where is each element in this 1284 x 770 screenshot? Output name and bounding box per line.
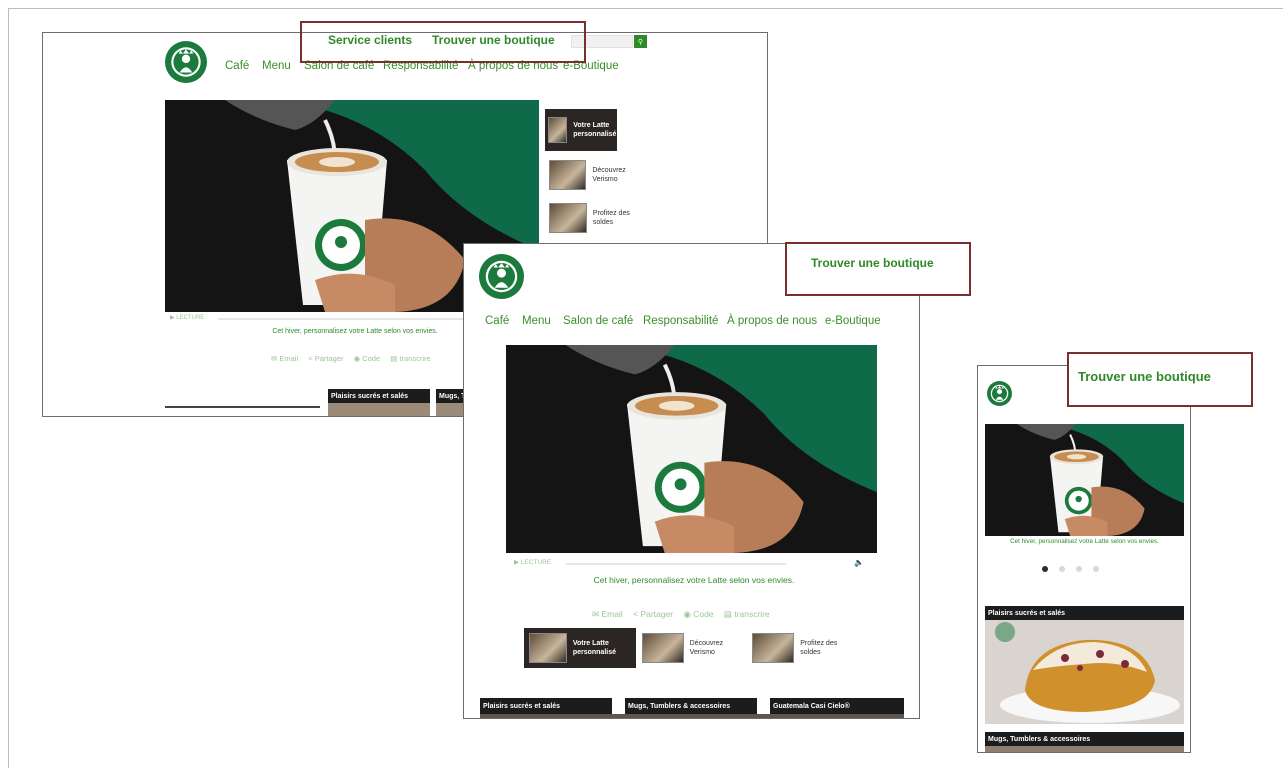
category-plaisirs[interactable]: Plaisirs sucrés et salés (480, 698, 612, 714)
starbucks-logo-icon[interactable] (479, 254, 524, 299)
thumb-votre-latte[interactable]: Votre Latte personnalisé (524, 628, 636, 668)
hero-caption: Cet hiver, personnalisez votre Latte sel… (272, 328, 438, 335)
nav-a-propos[interactable]: À propos de nous (727, 315, 817, 327)
progress-bar[interactable] (218, 318, 468, 320)
divider (165, 406, 320, 408)
nav-cafe[interactable]: Café (225, 60, 249, 72)
category-image (328, 403, 430, 416)
tablet-screenshot: Café Menu Salon de café Responsabilité À… (463, 243, 920, 719)
email-link[interactable]: ✉ Email (592, 609, 623, 619)
highlight-desktop-header: Service clients Trouver une boutique (300, 21, 586, 63)
thumb-image (529, 633, 567, 663)
highlight-tablet-header: Trouver une boutique (785, 242, 971, 296)
store-locator-link[interactable]: Trouver une boutique (1078, 369, 1211, 384)
carousel-dots (1042, 566, 1099, 572)
play-button[interactable]: ▶ LECTURE (514, 558, 559, 566)
thumb-image (549, 203, 587, 233)
carousel-dot-3[interactable] (1076, 566, 1082, 572)
category-mugs[interactable]: Mugs, Tumblers & accessoires (985, 732, 1184, 746)
code-link[interactable]: ◉ Code (354, 354, 381, 363)
nav-e-boutique[interactable]: e-Boutique (825, 315, 881, 327)
carousel-dot-4[interactable] (1093, 566, 1099, 572)
thumb-image (752, 633, 795, 663)
hero-caption: Cet hiver, personnalisez votre Latte sel… (1010, 538, 1159, 545)
thumb-title: Profitez des soldes (800, 640, 838, 656)
thumb-soldes[interactable]: Profitez des soldes (549, 203, 639, 233)
hero-video[interactable] (506, 345, 877, 553)
category-images (480, 714, 904, 718)
nav-menu[interactable]: Menu (262, 60, 291, 72)
share-link[interactable]: < Partager (308, 354, 343, 363)
pastry-image (985, 620, 1184, 724)
search-icon: ⚲ (637, 38, 644, 46)
nav-responsabilite[interactable]: Responsabilité (643, 315, 718, 327)
thumb-title: Profitez des soldes (592, 210, 630, 226)
share-bar: ✉ Email < Partager ◉ Code ▤ transcrire (271, 354, 439, 363)
thumb-votre-latte[interactable]: Votre Latte personnalisé (545, 109, 617, 151)
volume-icon[interactable]: 🔈 (854, 558, 864, 567)
video-controls: ▶ LECTURE (170, 314, 470, 322)
thumb-title: Votre Latte personnalisé (573, 122, 617, 138)
starbucks-logo-icon[interactable] (165, 41, 207, 83)
thumb-image (642, 633, 684, 663)
play-label: LECTURE (176, 315, 205, 321)
share-bar: ✉ Email < Partager ◉ Code ▤ transcrire (592, 609, 778, 620)
progress-bar[interactable] (566, 563, 786, 565)
search-button[interactable]: ⚲ (634, 35, 647, 48)
store-locator-link[interactable]: Trouver une boutique (432, 33, 555, 47)
hero-caption: Cet hiver, personnalisez votre Latte sel… (593, 575, 795, 585)
carousel-dot-2[interactable] (1059, 566, 1065, 572)
thumb-title: Votre Latte personnalisé (572, 640, 616, 656)
category-plaisirs[interactable]: Plaisirs sucrés et salés (985, 606, 1184, 620)
transcript-link[interactable]: ▤ transcrire (724, 609, 770, 619)
email-link[interactable]: ✉ Email (271, 354, 298, 363)
nav-menu[interactable]: Menu (522, 315, 551, 327)
video-controls: ▶ LECTURE 🔈 (514, 558, 874, 567)
mobile-screenshot: Cet hiver, personnalisez votre Latte sel… (977, 365, 1191, 753)
thumb-title: Découvrez Verismo (592, 167, 626, 183)
nav-cafe[interactable]: Café (485, 315, 509, 327)
thumb-verismo[interactable]: Découvrez Verismo (642, 632, 742, 664)
thumb-image (549, 160, 587, 190)
store-locator-link[interactable]: Trouver une boutique (811, 256, 934, 270)
play-label: LECTURE (520, 559, 552, 566)
nav-salon-de-cafe[interactable]: Salon de café (563, 315, 633, 327)
transcript-link[interactable]: ▤ transcrire (390, 354, 430, 363)
thumb-image (548, 117, 568, 143)
thumb-verismo[interactable]: Découvrez Verismo (549, 160, 639, 190)
hero-video[interactable] (985, 424, 1184, 536)
share-link[interactable]: < Partager (633, 609, 673, 619)
starbucks-logo-icon[interactable] (987, 381, 1012, 406)
category-image (985, 746, 1184, 752)
carousel-dot-1[interactable] (1042, 566, 1048, 572)
category-plaisirs[interactable]: Plaisirs sucrés et salés (328, 389, 430, 403)
category-guatemala[interactable]: Guatemala Casi Cielo® (770, 698, 904, 714)
service-clients-link[interactable]: Service clients (328, 33, 412, 47)
thumb-title: Découvrez Verismo (689, 640, 724, 656)
thumb-soldes[interactable]: Profitez des soldes (752, 632, 852, 664)
category-mugs[interactable]: Mugs, Tumblers & accessoires (625, 698, 757, 714)
highlight-mobile-header: Trouver une boutique (1067, 352, 1253, 407)
code-link[interactable]: ◉ Code (683, 609, 713, 619)
play-button[interactable]: ▶ LECTURE (170, 314, 212, 321)
